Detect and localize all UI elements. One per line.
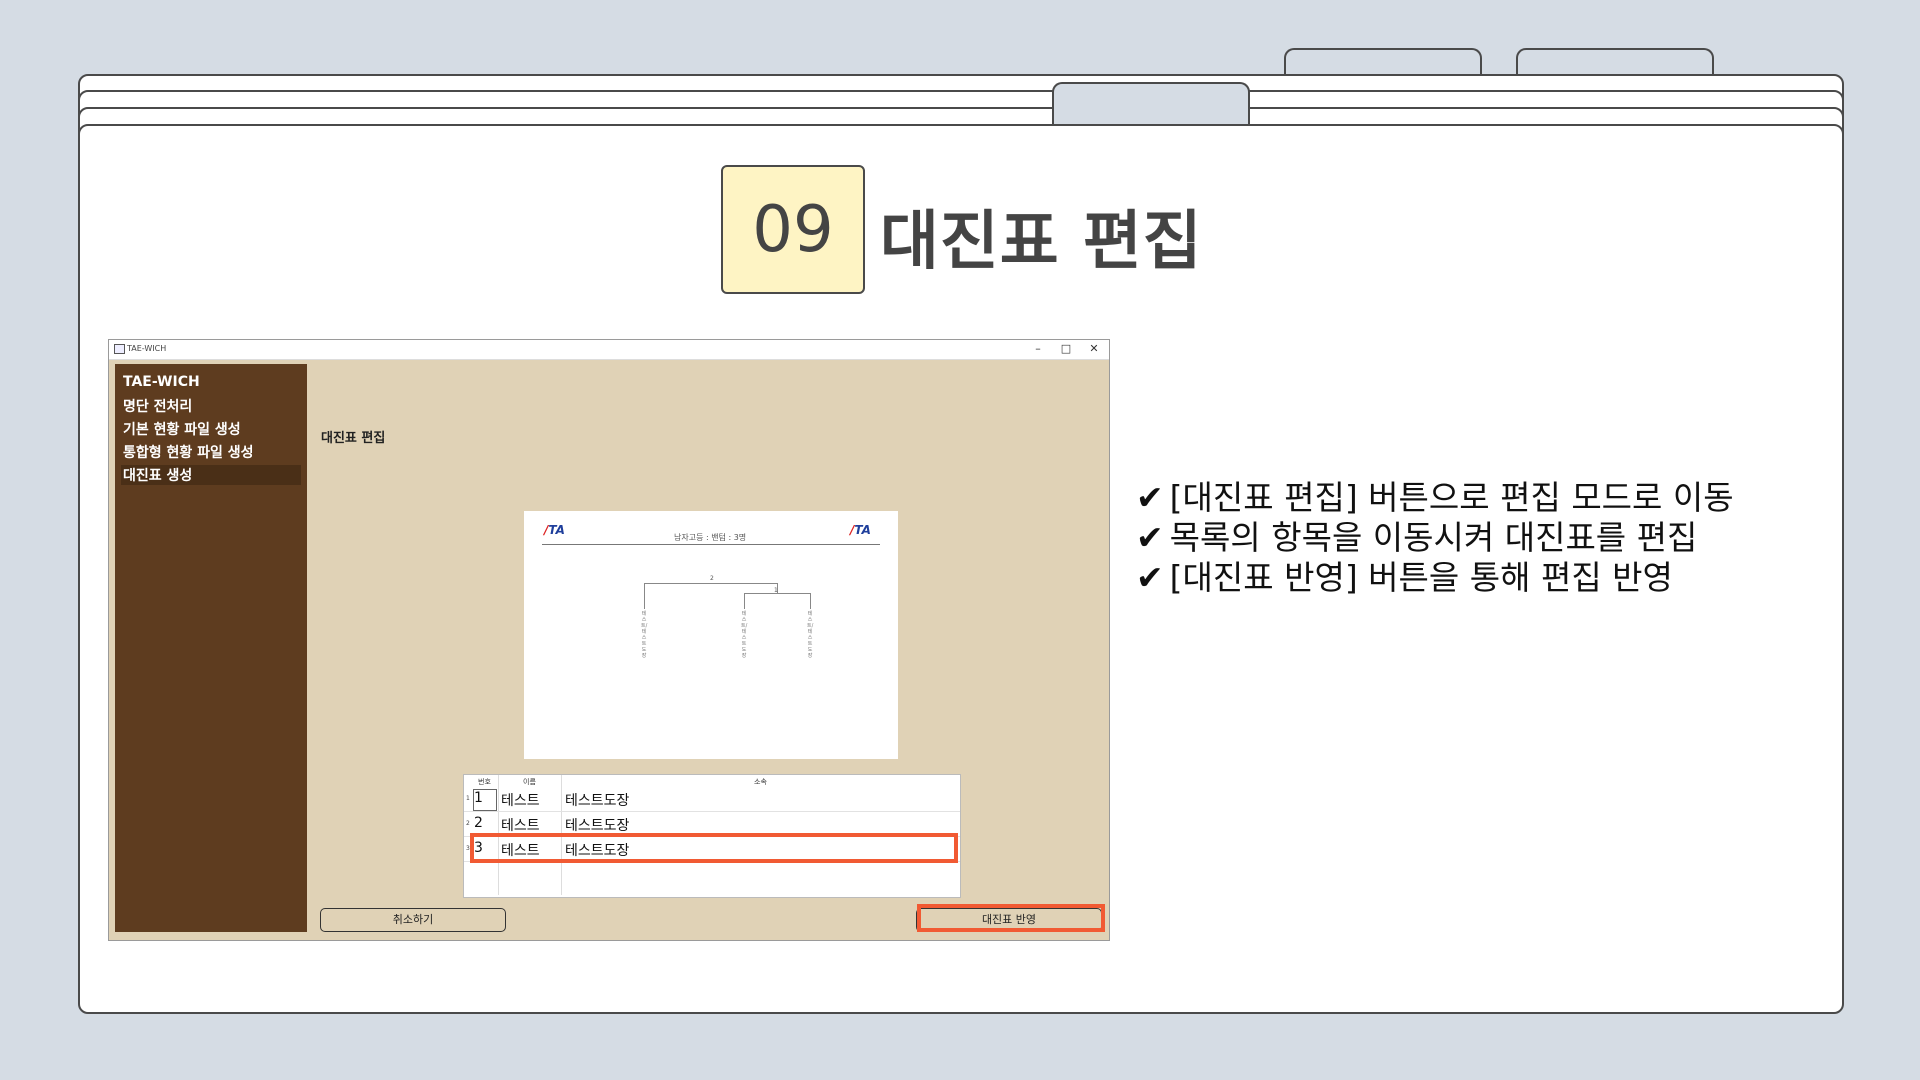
logo-right: /TA xyxy=(850,523,871,537)
cell-name[interactable]: 테스트 xyxy=(501,790,540,810)
player-name-vertical: 테스트/테스트도장 xyxy=(741,611,748,659)
check-icon: ✔ xyxy=(1136,478,1164,517)
bracket-preview: /TA /TA 남자고등 : 밴텀 : 3명 2 1 테스트/테스트도장 테스트… xyxy=(524,511,898,759)
column-header-affiliation: 소속 xyxy=(754,778,767,786)
step-title: 대진표 편집 xyxy=(880,205,1203,279)
highlight-apply-button xyxy=(917,904,1105,932)
column-header-number: 번호 xyxy=(478,778,491,786)
page-heading: 대진표 편집 xyxy=(321,431,386,446)
highlight-row-3 xyxy=(470,833,958,863)
instruction-item: ✔ [대진표 반영] 버튼을 통해 편집 반영 xyxy=(1136,558,1673,597)
sidebar-item-home[interactable]: TAE-WICH xyxy=(123,374,200,390)
match-number: 1 xyxy=(774,587,778,594)
table-row[interactable]: 1 1 테스트 테스트도장 xyxy=(464,787,960,812)
step-number: 09 xyxy=(721,165,865,294)
sidebar-item-bracket-create[interactable]: 대진표 생성 xyxy=(123,465,192,485)
cell-name[interactable]: 테스트 xyxy=(501,815,540,835)
minimize-icon[interactable]: – xyxy=(1025,341,1051,357)
sidebar-item-integrated-status[interactable]: 통합형 현황 파일 생성 xyxy=(123,442,254,462)
match-number: 2 xyxy=(710,575,714,582)
instruction-list: ✔ [대진표 편집] 버튼으로 편집 모드로 이동 ✔ 목록의 항목을 이동시켜 대… xyxy=(1136,478,1734,598)
logo-left: /TA xyxy=(544,523,565,537)
bracket-header: 남자고등 : 밴텀 : 3명 xyxy=(674,533,747,542)
cell-number[interactable]: 1 xyxy=(474,790,483,806)
close-icon[interactable]: ✕ xyxy=(1081,341,1107,357)
window-title: TAE-WICH xyxy=(127,344,167,353)
bracket-line xyxy=(644,583,777,584)
sidebar-item-roster-preprocess[interactable]: 명단 전처리 xyxy=(123,396,192,416)
app-icon xyxy=(114,344,125,354)
player-name-vertical: 테스트/테스트도장 xyxy=(807,611,814,659)
bracket-header-line xyxy=(542,544,880,545)
bracket-line xyxy=(810,593,811,609)
sidebar-item-basic-status[interactable]: 기본 현황 파일 생성 xyxy=(123,419,241,439)
cell-affiliation[interactable]: 테스트도장 xyxy=(565,815,629,835)
cell-number[interactable]: 2 xyxy=(474,815,483,831)
cancel-button[interactable]: 취소하기 xyxy=(320,908,506,932)
instruction-item: ✔ [대진표 편집] 버튼으로 편집 모드로 이동 xyxy=(1136,478,1734,517)
row-index: 2 xyxy=(466,820,470,827)
check-icon: ✔ xyxy=(1136,518,1164,557)
player-name-vertical: 테스트/테스트도장 xyxy=(641,611,648,659)
column-header-name: 이름 xyxy=(523,778,536,786)
instruction-item: ✔ 목록의 항목을 이동시켜 대진표를 편집 xyxy=(1136,518,1698,557)
row-index: 1 xyxy=(466,795,470,802)
window-titlebar: TAE-WICH – □ ✕ xyxy=(109,340,1109,360)
bracket-line xyxy=(644,583,645,609)
cell-affiliation[interactable]: 테스트도장 xyxy=(565,790,629,810)
bracket-line xyxy=(744,593,745,609)
check-icon: ✔ xyxy=(1136,558,1164,597)
sidebar: TAE-WICH 명단 전처리 기본 현황 파일 생성 통합형 현황 파일 생성… xyxy=(115,364,307,932)
maximize-icon[interactable]: □ xyxy=(1053,341,1079,357)
folder-tab-active xyxy=(1052,82,1250,128)
